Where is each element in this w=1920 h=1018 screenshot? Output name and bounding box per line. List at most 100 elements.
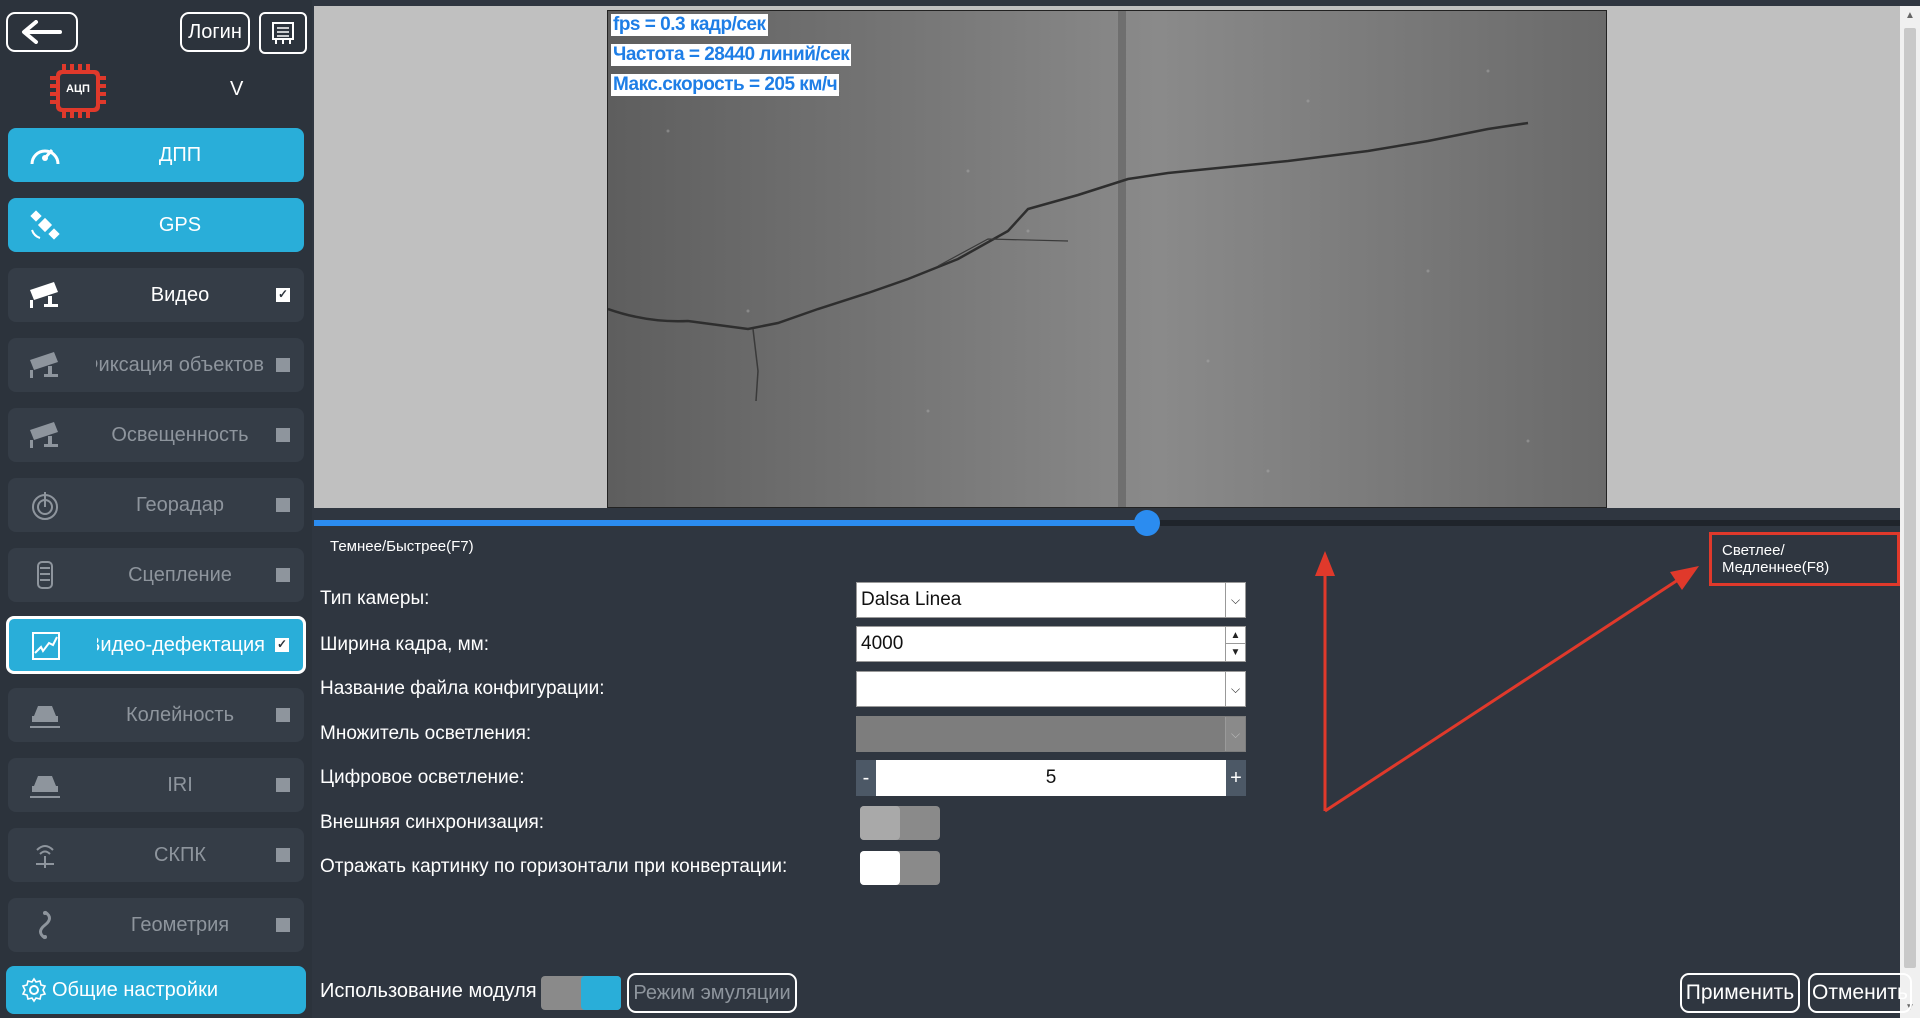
adc-chip-icon[interactable]: АЦП [48,62,108,120]
back-button[interactable] [6,12,78,52]
sidebar-item-label: ДПП [158,143,202,166]
checkbox[interactable] [276,778,290,792]
checkbox[interactable] [276,708,290,722]
georadar-icon [28,490,62,520]
sidebar-item-label: GPS [158,213,202,236]
scroll-thumb[interactable] [1904,28,1916,968]
sidebar-item-video-defect[interactable]: Видео-дефектация ✓ [6,616,306,674]
chevron-down-icon[interactable]: ⌵ [1225,672,1245,706]
version-label: V [230,78,244,100]
tire-icon [28,560,62,590]
sidebar: Логин АЦП V ДПП GPS Видео ✓ Фиксация объ… [0,0,312,1018]
video-area: fps = 0.3 кадр/сек Частота = 28440 линий… [314,6,1900,508]
decrement-button[interactable]: - [856,760,876,796]
external-sync-toggle[interactable] [860,806,940,840]
apply-button[interactable]: Применить [1680,973,1800,1013]
camera-type-value: Dalsa Linea [861,589,962,610]
brightness-multiplier-select[interactable]: ⌵ [856,716,1246,752]
sidebar-item-label: Видео [150,283,210,306]
module-usage-toggle[interactable] [541,976,621,1010]
road-crack-icon [29,631,63,661]
car-icon [28,700,62,730]
spin-down-icon[interactable]: ▼ [1225,644,1245,661]
gear-icon [20,976,48,1004]
sidebar-item-video[interactable]: Видео ✓ [8,268,304,322]
module-usage-label: Использование модуля [320,980,537,1002]
sidebar-item-label: Освещенность [111,423,249,446]
scroll-up-icon[interactable]: ▲ [1900,6,1920,26]
brightness-slider[interactable] [314,510,1900,536]
max-speed-overlay: Макс.скорость = 205 км/ч [611,74,840,96]
sidebar-item-label: Геометрия [130,913,230,936]
mirror-label: Отражать картинку по горизонтали при кон… [320,856,788,877]
camera-icon [28,420,62,450]
toggle-knob [581,976,621,1010]
sidebar-item-illumination[interactable]: Освещенность [8,408,304,462]
camera-type-select[interactable]: Dalsa Linea ⌵ [856,582,1246,618]
lighter-label: Светлее/Медленнее(F8) [1709,532,1900,586]
sidebar-item-skpk[interactable]: СКПК [8,828,304,882]
emulation-mode-button[interactable]: Режим эмуляции [627,973,797,1013]
vertical-scrollbar[interactable]: ▲ ▼ [1900,6,1920,1018]
sidebar-item-adhesion[interactable]: Сцепление [8,548,304,602]
checkbox[interactable] [276,848,290,862]
slider-fill [314,520,1147,526]
antenna-icon [28,840,62,870]
frequency-overlay: Частота = 28440 линий/сек [611,44,852,66]
spin-up-icon[interactable]: ▲ [1225,627,1245,644]
sidebar-item-label: Фиксация объектов [96,353,264,376]
checkbox[interactable] [276,358,290,372]
checkbox[interactable]: ✓ [275,637,289,652]
sidebar-item-iri[interactable]: IRI [8,758,304,812]
darker-label: Темнее/Быстрее(F7) [330,538,474,555]
mirror-toggle[interactable] [860,851,940,885]
camera-frame: fps = 0.3 кадр/сек Частота = 28440 линий… [607,10,1607,508]
config-file-select[interactable]: ⌵ [856,671,1246,707]
sidebar-item-label: Видео-дефектация [97,633,265,656]
sidebar-item-label: Георадар [136,493,224,516]
main-panel: fps = 0.3 кадр/сек Частота = 28440 линий… [314,6,1900,1018]
car-icon [28,770,62,800]
slider-thumb[interactable] [1134,510,1160,536]
cancel-button[interactable]: Отменить [1808,973,1912,1013]
sidebar-item-label: СКПК [153,843,207,866]
checkbox[interactable] [276,498,290,512]
sidebar-item-label: Сцепление [128,563,232,586]
external-sync-label: Внешняя синхронизация: [320,812,545,833]
checkbox[interactable] [276,428,290,442]
sidebar-item-georadar[interactable]: Георадар [8,478,304,532]
frame-width-label: Ширина кадра, мм: [320,634,490,655]
sidebar-item-label: IRI [167,773,193,796]
increment-button[interactable]: + [1226,760,1246,796]
general-settings-label: Общие настройки [52,978,218,1001]
frame-width-input[interactable]: 4000 ▲ ▼ [856,626,1246,662]
sidebar-item-geometry[interactable]: Геометрия [8,898,304,952]
satellite-icon [28,210,62,240]
frame-width-value: 4000 [861,633,904,654]
chevron-down-icon: ⌵ [1225,717,1245,751]
arrow-left-icon [22,20,62,44]
sidebar-item-object-fixation[interactable]: Фиксация объектов [8,338,304,392]
toggle-knob [860,806,900,840]
checkbox[interactable] [276,568,290,582]
sidebar-item-rutting[interactable]: Колейность [8,688,304,742]
camera-type-label: Тип камеры: [320,588,430,609]
device-button[interactable] [259,12,307,54]
camera-icon [28,280,62,310]
digital-brightness-label: Цифровое осветление: [320,767,525,788]
adc-label: АЦП [66,83,90,95]
road-curve-icon [28,910,62,940]
digital-brightness-stepper[interactable]: - 5 + [856,760,1246,796]
config-file-label: Название файла конфигурации: [320,678,605,699]
checkbox[interactable] [276,918,290,932]
sidebar-item-label: Колейность [125,703,235,726]
fps-overlay: fps = 0.3 кадр/сек [611,14,768,36]
toggle-knob [860,851,900,885]
login-button[interactable]: Логин [180,12,250,52]
general-settings-button[interactable]: Общие настройки [6,966,306,1014]
sidebar-item-gps[interactable]: GPS [8,198,304,252]
sidebar-item-dpp[interactable]: ДПП [8,128,304,182]
chevron-down-icon[interactable]: ⌵ [1225,583,1245,617]
digital-brightness-value[interactable]: 5 [876,760,1226,796]
checkbox[interactable]: ✓ [276,287,290,302]
